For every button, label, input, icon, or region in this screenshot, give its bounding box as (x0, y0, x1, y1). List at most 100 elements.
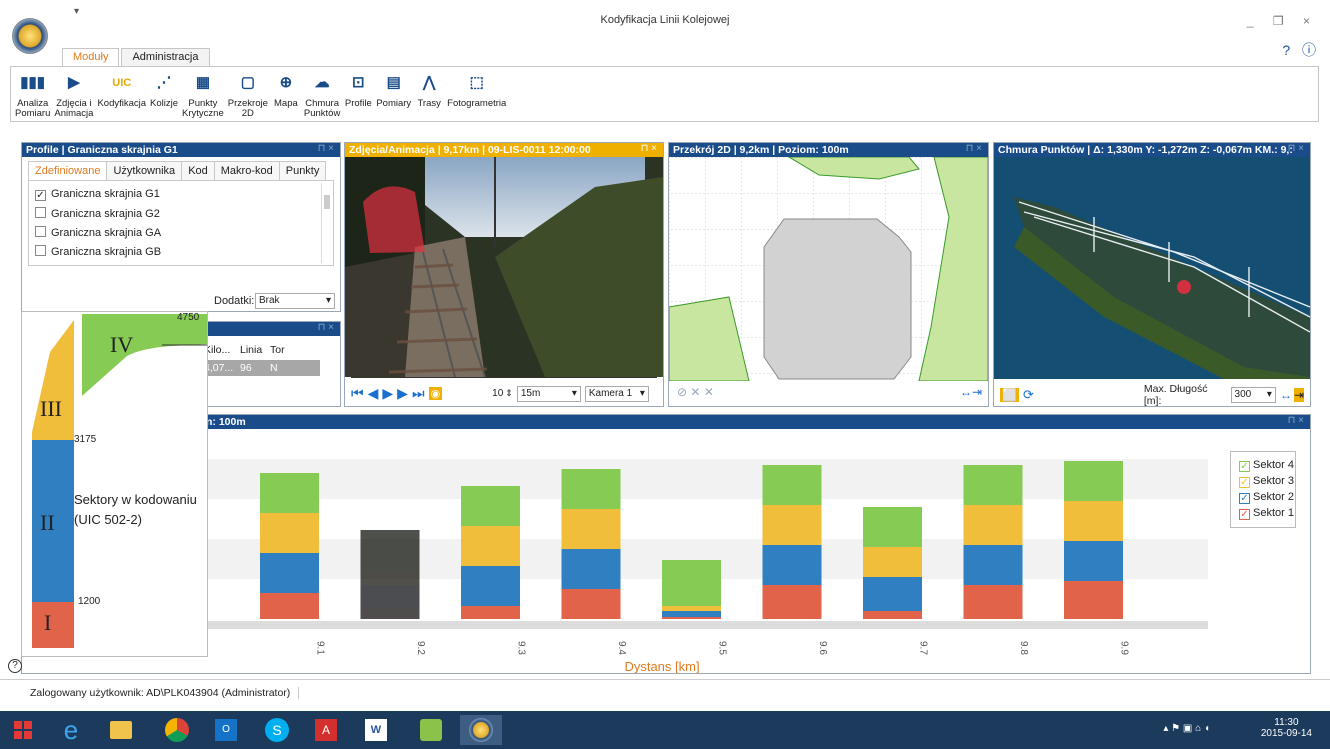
bar-sektor-2[interactable] (1064, 541, 1123, 581)
ribbon-button[interactable]: ☁ Chmura Punktów (304, 69, 340, 119)
checkbox-icon[interactable] (35, 245, 46, 256)
ribbon-button[interactable]: UIC Kodyfikacja (97, 69, 146, 119)
dodatki-select[interactable]: Brak ▾ (255, 293, 335, 309)
bar-sektor-4[interactable] (461, 486, 520, 526)
help-info-icons[interactable]: ? ⓘ (1282, 40, 1320, 60)
checkbox-checked-icon[interactable]: ✓ (1239, 509, 1250, 520)
chart-scrollbar[interactable] (208, 621, 1208, 629)
list-item[interactable]: Graniczna skrajnia G2 (35, 207, 327, 220)
tab-administracja[interactable]: Administracja (121, 48, 210, 66)
ribbon-button[interactable]: ⬚ Fotogrametria (447, 69, 506, 119)
app-logo-icon[interactable] (12, 18, 48, 54)
close-icon[interactable]: ✕ (704, 385, 714, 399)
bar-sektor-2[interactable] (561, 549, 621, 589)
pin-icon[interactable]: ⊓ × (966, 143, 982, 154)
bar-sektor-4[interactable] (561, 469, 621, 509)
bar-sektor-4[interactable] (963, 465, 1023, 505)
bar-sektor-4[interactable] (863, 507, 922, 547)
bar-sektor-2[interactable] (260, 553, 319, 593)
bar-sektor-1[interactable] (963, 585, 1023, 619)
tab-zdefiniowane[interactable]: Zdefiniowane (28, 161, 108, 180)
fit-end-icon[interactable]: ⇥ (1293, 388, 1304, 402)
ribbon-button[interactable]: ⊡ Profile (344, 69, 372, 119)
bar-sektor-3[interactable] (762, 505, 822, 545)
next-icon[interactable]: ▶ (397, 385, 408, 402)
bar-sektor-1[interactable] (662, 617, 721, 619)
checkbox-checked-icon[interactable]: ✓ (35, 190, 46, 201)
bar-sektor-3[interactable] (260, 513, 319, 553)
bar-sektor-3[interactable] (662, 606, 721, 611)
refresh-icon[interactable]: ⟳ (1023, 387, 1034, 403)
bar-sektor-1[interactable] (260, 593, 319, 619)
tray-icons[interactable]: ▴ ⚑ ▣ ⌂ ◖ (1163, 723, 1210, 734)
maxlen-select[interactable]: 300 ▾ (1230, 387, 1276, 403)
bar-sektor-4[interactable] (662, 560, 721, 606)
clock[interactable]: 11:30 2015-09-14 (1261, 717, 1312, 739)
pin-icon[interactable]: ⊓ × (1288, 415, 1304, 426)
step-value[interactable]: 10 (492, 388, 503, 399)
legend-item[interactable]: ✓ Sektor 4 (1239, 459, 1294, 472)
first-frame-icon[interactable]: ⏮ (351, 385, 364, 402)
bar-sektor-3[interactable] (963, 505, 1023, 545)
app-icon[interactable] (410, 715, 452, 745)
ie-icon[interactable]: e (50, 715, 92, 745)
pin-icon[interactable]: ⊓ × (318, 143, 334, 154)
chrome-icon[interactable] (155, 715, 197, 745)
tab-uzytkownika[interactable]: Użytkownika (106, 161, 183, 180)
list-item[interactable]: ✓ Graniczna skrajnia G1 (35, 188, 327, 201)
filter-icon[interactable]: ⊘ (677, 385, 687, 399)
fit-width-icon[interactable]: ↔⇥ (960, 385, 982, 399)
bar-sektor-3[interactable] (1064, 501, 1123, 541)
bar-sektor-3[interactable] (561, 509, 621, 549)
checkbox-checked-icon[interactable]: ✓ (1239, 477, 1250, 488)
help-icon[interactable]: ? (8, 659, 22, 673)
profile-toggle-icon[interactable]: ⬜ (1000, 388, 1019, 402)
ribbon-button[interactable]: ▢ Przekroje 2D (228, 69, 268, 119)
window-controls[interactable]: _ ❐ × (1247, 14, 1318, 28)
tab-makro-kod[interactable]: Makro-kod (213, 161, 280, 180)
tab-moduly[interactable]: Moduły (62, 48, 120, 67)
bar-sektor-3[interactable] (863, 547, 922, 577)
camera-select[interactable]: Kamera 1 ▾ (584, 385, 649, 402)
checkbox-icon[interactable] (35, 226, 46, 237)
bar-sektor-4[interactable] (762, 465, 822, 505)
last-frame-icon[interactable]: ⏭ (412, 385, 425, 402)
spinner-icon[interactable]: ⇕ (505, 388, 513, 399)
list-item[interactable]: Graniczna skrajnia GA (35, 226, 327, 239)
bar-sektor-2[interactable] (662, 611, 721, 617)
ribbon-button[interactable]: ⋰ Kolizje (150, 69, 178, 119)
bar-sektor-2[interactable] (963, 545, 1023, 585)
checkbox-checked-icon[interactable]: ✓ (1239, 493, 1250, 504)
outlook-icon[interactable]: O (205, 715, 247, 745)
fit-width-icon[interactable]: ↔ (1280, 388, 1292, 402)
bar-sektor-1[interactable] (461, 606, 520, 619)
explorer-icon[interactable] (100, 715, 142, 745)
ribbon-button[interactable]: ⋀ Trasy (415, 69, 443, 119)
ribbon-button[interactable]: ⊕ Mapa (272, 69, 300, 119)
ribbon-button[interactable]: ▮▮▮ Analiza Pomiaru (15, 69, 50, 119)
bar-sektor-1[interactable] (762, 585, 822, 619)
skype-icon[interactable]: S (255, 715, 297, 745)
pin-icon[interactable]: ⊓ × (1288, 143, 1304, 154)
legend-item[interactable]: ✓ Sektor 1 (1239, 507, 1294, 520)
eye-icon[interactable]: ◉ (428, 387, 443, 400)
prev-icon[interactable]: ◀ (368, 385, 379, 402)
bar-sektor-1[interactable] (863, 611, 922, 619)
tab-punkty[interactable]: Punkty (278, 161, 327, 180)
ribbon-button[interactable]: ▦ Punkty Krytyczne (182, 69, 224, 119)
ribbon-button[interactable]: ▤ Pomiary (376, 69, 411, 119)
bar-sektor-1[interactable] (1064, 581, 1123, 619)
checkbox-icon[interactable] (35, 207, 46, 218)
bar-sektor-1[interactable] (561, 589, 621, 619)
bar-sektor-4[interactable] (260, 473, 319, 513)
word-icon[interactable]: W (355, 715, 397, 745)
bar-sektor-2[interactable] (863, 577, 922, 611)
quick-access-dropdown-icon[interactable]: ▾ (74, 6, 79, 17)
windows-start-icon[interactable] (8, 715, 40, 745)
bar-sektor-4[interactable] (1064, 461, 1123, 501)
table-row[interactable]: 4,07... 96 N (202, 360, 320, 376)
play-icon[interactable]: ▶ (382, 385, 393, 402)
pin-icon[interactable]: ⊓ × (641, 143, 657, 154)
distance-select[interactable]: 15m ▾ (516, 385, 581, 402)
bar-sektor-3[interactable] (461, 526, 520, 566)
